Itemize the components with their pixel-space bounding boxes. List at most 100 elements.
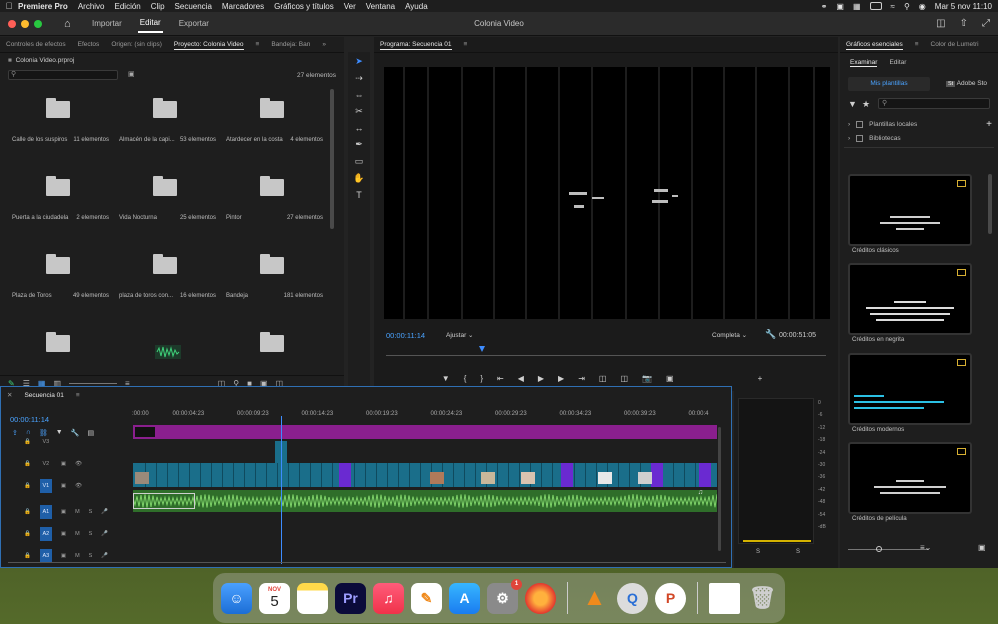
lock-icon[interactable]: 🔒 [24,553,31,559]
menu-edicion[interactable]: Edición [115,2,141,11]
bin-item[interactable]: plaza de toros con... 16 elementos [113,245,220,323]
finder-icon[interactable]: ☺ [221,582,252,614]
template-item[interactable]: Créditos modernos [848,353,972,433]
fullscreen-icon[interactable]: ⤢ [982,18,990,29]
eye-icon[interactable]: 👁 [75,461,82,467]
share-icon[interactable]: ⇧ [960,18,968,29]
lock-icon[interactable]: 🔒 [24,483,31,489]
notes-icon[interactable] [297,582,328,614]
checkbox[interactable] [856,120,864,128]
mis-plantillas-tab[interactable]: Mis plantillas [848,77,930,91]
tab-secuencia[interactable]: Secuencia 01 [18,392,69,399]
fit-dropdown[interactable]: Ajustar ⌄ [446,331,474,339]
timeline-playhead[interactable] [281,416,283,564]
window-icon[interactable]: ▦ [853,2,861,11]
bin-item[interactable]: Bandeja 181 elementos [220,245,327,323]
tab-proyecto[interactable]: Proyecto: Colonia Video [168,41,250,50]
quality-dropdown[interactable]: Completa ⌄ [712,331,747,339]
workspace-icon[interactable]: ◫ [936,18,945,29]
panel-menu-icon[interactable]: ≡ [250,41,266,48]
home-icon[interactable]: ⌂ [64,18,76,30]
menu-ver[interactable]: Ver [344,2,356,11]
selection-tool-icon[interactable]: ➤ [355,56,363,67]
razor-tool-icon[interactable]: ✂ [355,106,363,117]
tab-bandeja[interactable]: Bandeja: Ban [265,41,316,48]
menu-graficos[interactable]: Gráficos y títulos [274,2,334,11]
lock-icon[interactable]: 🔒 [24,461,31,467]
purple-clip-segment[interactable] [561,463,573,487]
template-item[interactable]: Créditos en negrita [848,263,972,343]
tab-importar[interactable]: Importar [90,15,124,32]
subtab-editar[interactable]: Editar [889,59,906,67]
rectangle-tool-icon[interactable]: ▭ [355,156,364,167]
solo-button[interactable]: S [89,531,93,537]
templates-search-input[interactable]: ⚲ [878,98,990,109]
sync-icon[interactable]: ▣ [61,483,66,489]
vlc-icon[interactable]: ▲ [579,583,610,614]
program-timecode[interactable]: 00:00:11:14 [386,331,425,340]
tab-lumetri[interactable]: Color de Lumetri [925,41,985,48]
tab-controles-efectos[interactable]: Controles de efectos [0,41,72,48]
powerpoint-icon[interactable]: P [655,582,686,614]
zoom-slider[interactable] [69,383,117,384]
control-center-icon[interactable]: ◉ [919,2,926,11]
mute-button[interactable]: M [75,553,80,559]
pen-tool-icon[interactable]: ✒ [355,139,363,150]
trash-icon[interactable]: 🗑 [747,583,778,614]
hand-tool-icon[interactable]: ✋ [353,173,364,184]
app-store-icon[interactable]: A [449,582,480,614]
sort-icon[interactable]: ≡⌄ [920,543,931,552]
filter-icon[interactable]: ▼ [848,99,857,109]
new-bin-search-icon[interactable]: ▣ [128,70,135,78]
battery-icon[interactable] [869,2,882,10]
wrench-icon[interactable]: 🔧 [765,329,776,340]
menubar-clock[interactable]: Mar 5 nov 11:10 [935,2,992,11]
lock-icon[interactable]: 🔒 [24,531,31,537]
eye-icon[interactable]: 👁 [75,483,82,489]
premiere-icon[interactable]: Pr [335,582,366,614]
project-search-input[interactable]: ⚲ [8,70,118,80]
selected-audio-segment[interactable] [133,493,195,509]
bin-item[interactable]: Atardecer en la costa 4 elementos [220,89,327,167]
menu-marcadores[interactable]: Marcadores [222,2,264,11]
menu-ventana[interactable]: Ventana [366,2,395,11]
search-icon[interactable]: ⚲ [904,2,910,11]
bin-item[interactable]: Vida Nocturna 25 elementos [113,167,220,245]
template-item[interactable]: Créditos clásicos [848,174,972,254]
add-icon[interactable]: + [986,119,992,130]
quicktime-icon[interactable]: Q [617,582,648,614]
pages-icon[interactable]: ✎ [411,582,442,614]
thumbnail-size-slider[interactable] [848,549,928,550]
track-label[interactable]: V3 [40,435,52,449]
solo-button[interactable]: S [89,509,93,515]
checkbox[interactable] [856,134,864,142]
menu-secuencia[interactable]: Secuencia [175,2,212,11]
solo-button[interactable]: S [89,553,93,559]
settings-icon[interactable]: ⚙ 1 [487,578,522,614]
track-label[interactable]: A2 [39,527,52,541]
creative-cloud-icon[interactable]: ⚭ [821,2,828,11]
mute-button[interactable]: M [75,509,80,515]
timeline-ruler[interactable]: :00:00 00:00:04:23 00:00:09:23 00:00:14:23 0… [132,409,718,421]
v3-title-clip[interactable] [133,425,717,439]
timeline-v-scrollbar[interactable] [718,427,721,551]
ripple-edit-tool-icon[interactable]: ⇔ [355,90,364,100]
bibliotecas-row[interactable]: › Bibliotecas [848,131,998,145]
star-icon[interactable]: ★ [862,99,870,110]
solo-right-button[interactable]: S [796,549,800,555]
sync-icon[interactable]: ▣ [61,509,66,515]
calendar-icon[interactable]: NOV 5 [259,582,290,614]
adobe-stock-tab[interactable]: St Adobe Sto [946,77,987,91]
track-label[interactable]: A3 [39,549,52,563]
menu-clip[interactable]: Clip [151,2,165,11]
project-scrollbar[interactable] [330,89,334,229]
menu-ayuda[interactable]: Ayuda [405,2,428,11]
document-icon[interactable] [709,582,740,614]
tab-origen[interactable]: Origen: (sin clips) [105,41,168,48]
plantillas-locales-row[interactable]: › Plantillas locales + [848,117,998,131]
apple-menu-icon[interactable]:  [0,1,18,11]
music-icon[interactable]: ♫ [373,582,404,614]
minimize-window-button[interactable] [21,19,29,28]
sync-icon[interactable]: ▣ [61,531,66,537]
sync-icon[interactable]: ▣ [61,553,66,559]
